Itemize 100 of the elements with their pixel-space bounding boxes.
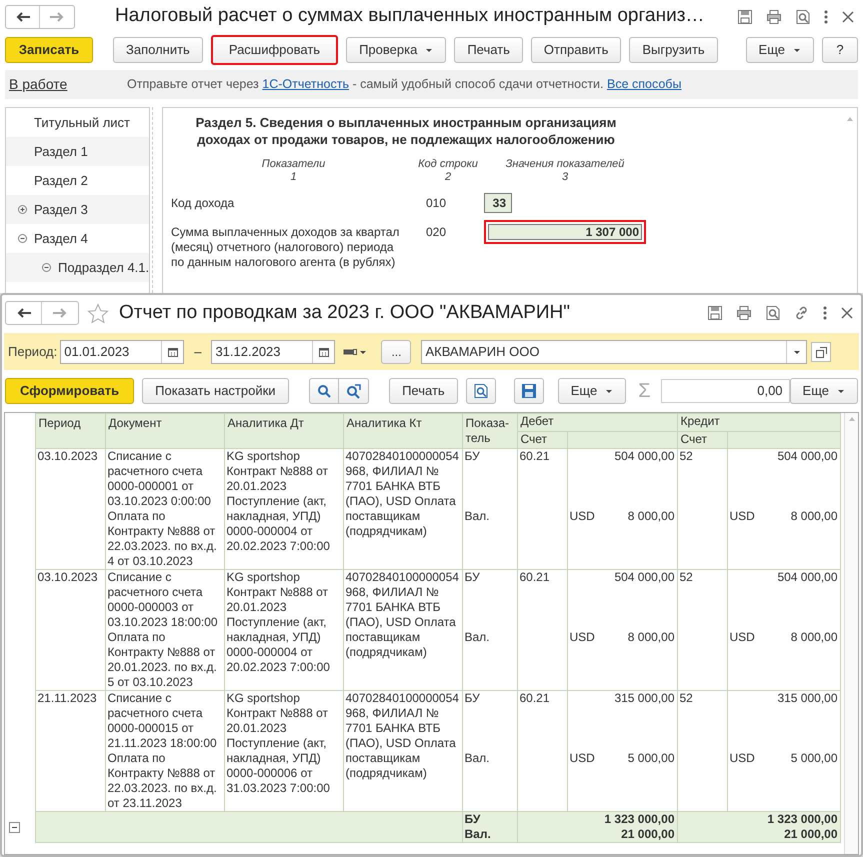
column-header[interactable]: Кредит	[677, 414, 840, 431]
navigation-buttons[interactable]	[5, 301, 79, 325]
search-icon	[316, 384, 331, 398]
currency-label: USD	[730, 630, 755, 645]
indicator-label: Вал.	[464, 751, 491, 766]
collapse-icon[interactable]	[9, 822, 20, 832]
button[interactable]: Записать	[5, 37, 93, 63]
indicator-label: Сумма выплаченных доходов за квартал (месяц) отчетного (налогового) периода по данным налогового агента (в рублях)	[171, 224, 400, 270]
value-field[interactable]: 1 307 000	[484, 220, 646, 244]
button[interactable]: Печать	[454, 37, 523, 63]
close-icon[interactable]	[841, 10, 855, 24]
save-icon[interactable]	[737, 8, 753, 24]
period-select[interactable]	[343, 346, 368, 356]
search-button[interactable]	[308, 378, 339, 404]
button[interactable]: Выгрузить	[629, 37, 718, 63]
indicator-label: БУ	[464, 812, 482, 827]
indicator-label: БУ	[464, 691, 481, 706]
total-amount: 21 000,00	[620, 827, 674, 842]
ellipsis-button[interactable]: ...	[381, 340, 412, 364]
amount: 5 000,00	[790, 751, 838, 766]
currency-label: USD	[730, 509, 755, 524]
value-field[interactable]: 33	[484, 193, 512, 213]
button[interactable]: Отправить	[530, 37, 622, 63]
save-icon	[520, 383, 537, 399]
button[interactable]: Сформировать	[5, 378, 134, 404]
section-heading: доходах от продажи товаров, не подлежащих налогообложению	[196, 131, 616, 148]
preview-button[interactable]	[466, 378, 496, 404]
column-header[interactable]: Счет	[517, 431, 567, 448]
button[interactable]: ?	[822, 37, 858, 63]
sidebar-item[interactable]: Титульный лист	[34, 112, 130, 132]
currency-label: USD	[570, 751, 595, 766]
column-header[interactable]: Счет	[677, 431, 727, 448]
open-icon	[815, 346, 828, 358]
date-field[interactable]: 31.12.2023	[211, 340, 336, 364]
sum-field[interactable]: 0,00	[660, 379, 790, 403]
button[interactable]: Еще	[746, 37, 814, 63]
navigation-buttons[interactable]	[5, 4, 75, 28]
caret-icon	[837, 388, 845, 394]
period-label: Период:	[8, 342, 58, 361]
collapse-icon[interactable]	[42, 263, 51, 272]
button[interactable]: Печать	[388, 378, 458, 404]
sidebar-item[interactable]: Раздел 4	[34, 228, 88, 248]
scrollbar[interactable]	[844, 413, 858, 854]
link[interactable]: Все способы	[606, 77, 682, 92]
table-cell: 03.10.2023	[35, 448, 105, 570]
calendar-icon	[318, 346, 330, 358]
print-icon[interactable]	[736, 305, 752, 321]
print-icon[interactable]	[766, 8, 782, 24]
search-button[interactable]	[338, 378, 369, 404]
column-header[interactable]: Аналитика Дт	[224, 414, 343, 448]
link[interactable]: 1С-Отчетность	[262, 77, 349, 92]
table-cell: 40702840100000054968, ФИЛИАЛ № 7701 БАНКА ВТБ (ПАО), USD Оплата поставщикам (подрядчикам)	[343, 448, 462, 570]
amount: 315 000,00	[613, 691, 674, 706]
amount: 8 000,00	[628, 509, 674, 524]
more-menu-icon[interactable]	[823, 305, 827, 321]
status-label[interactable]: В работе	[9, 74, 127, 95]
column-header[interactable]: Документ	[105, 414, 224, 448]
table-cell: Списание с расчетного счета 0000-000001 от 03.10.2023 0:00:00 Оплата по Контракту №888 от 22.03.2023. по вх.д. 4 от 03.10.2023	[105, 448, 224, 570]
date-field[interactable]: 01.01.2023	[60, 340, 184, 364]
column-header: Код строки	[417, 158, 479, 171]
save-icon[interactable]	[707, 305, 723, 321]
more-menu-icon[interactable]	[824, 8, 828, 24]
button[interactable]: Расшифровать	[210, 35, 338, 65]
button[interactable]: Проверка	[346, 37, 446, 63]
star-icon[interactable]	[87, 302, 109, 324]
save-button[interactable]	[514, 378, 544, 404]
button[interactable]: Показать настройки	[142, 378, 289, 404]
button[interactable]: Заполнить	[113, 37, 203, 63]
preview-icon[interactable]	[765, 305, 781, 321]
indicator-label: БУ	[464, 570, 481, 585]
currency-label: USD	[570, 630, 595, 645]
calendar-icon	[166, 346, 179, 358]
column-number: 1	[289, 171, 298, 184]
indicator-label: Вал.	[464, 509, 491, 524]
collapse-icon[interactable]	[18, 234, 27, 243]
total-amount: 21 000,00	[783, 827, 838, 842]
preview-icon	[473, 383, 490, 399]
button[interactable]: Еще	[790, 378, 858, 404]
total-amount: 1 323 000,00	[766, 812, 838, 827]
column-header[interactable]: Показа-тель	[462, 414, 517, 448]
column-number: 3	[560, 171, 570, 184]
table-cell: 60.21	[517, 570, 567, 690]
indicator-label: БУ	[464, 449, 481, 464]
close-icon[interactable]	[840, 306, 854, 320]
column-header: Значения показателей	[504, 158, 626, 171]
column-header[interactable]: Период	[35, 414, 105, 448]
expand-icon[interactable]	[18, 205, 27, 214]
organization-field[interactable]: АКВАМАРИН ООО	[421, 340, 808, 364]
sidebar-item[interactable]: Раздел 2	[34, 170, 88, 190]
preview-icon[interactable]	[795, 8, 811, 24]
button[interactable]: Еще	[558, 378, 626, 404]
column-header[interactable]: Аналитика Кт	[343, 414, 462, 448]
currency-label: USD	[570, 509, 595, 524]
table-cell: 60.21	[517, 448, 567, 570]
dash: –	[194, 342, 202, 361]
column-number: 2	[444, 171, 452, 184]
open-button[interactable]	[811, 342, 832, 362]
caret-icon	[793, 47, 801, 53]
column-header[interactable]: Дебет	[517, 414, 677, 431]
caret-icon	[425, 47, 434, 53]
